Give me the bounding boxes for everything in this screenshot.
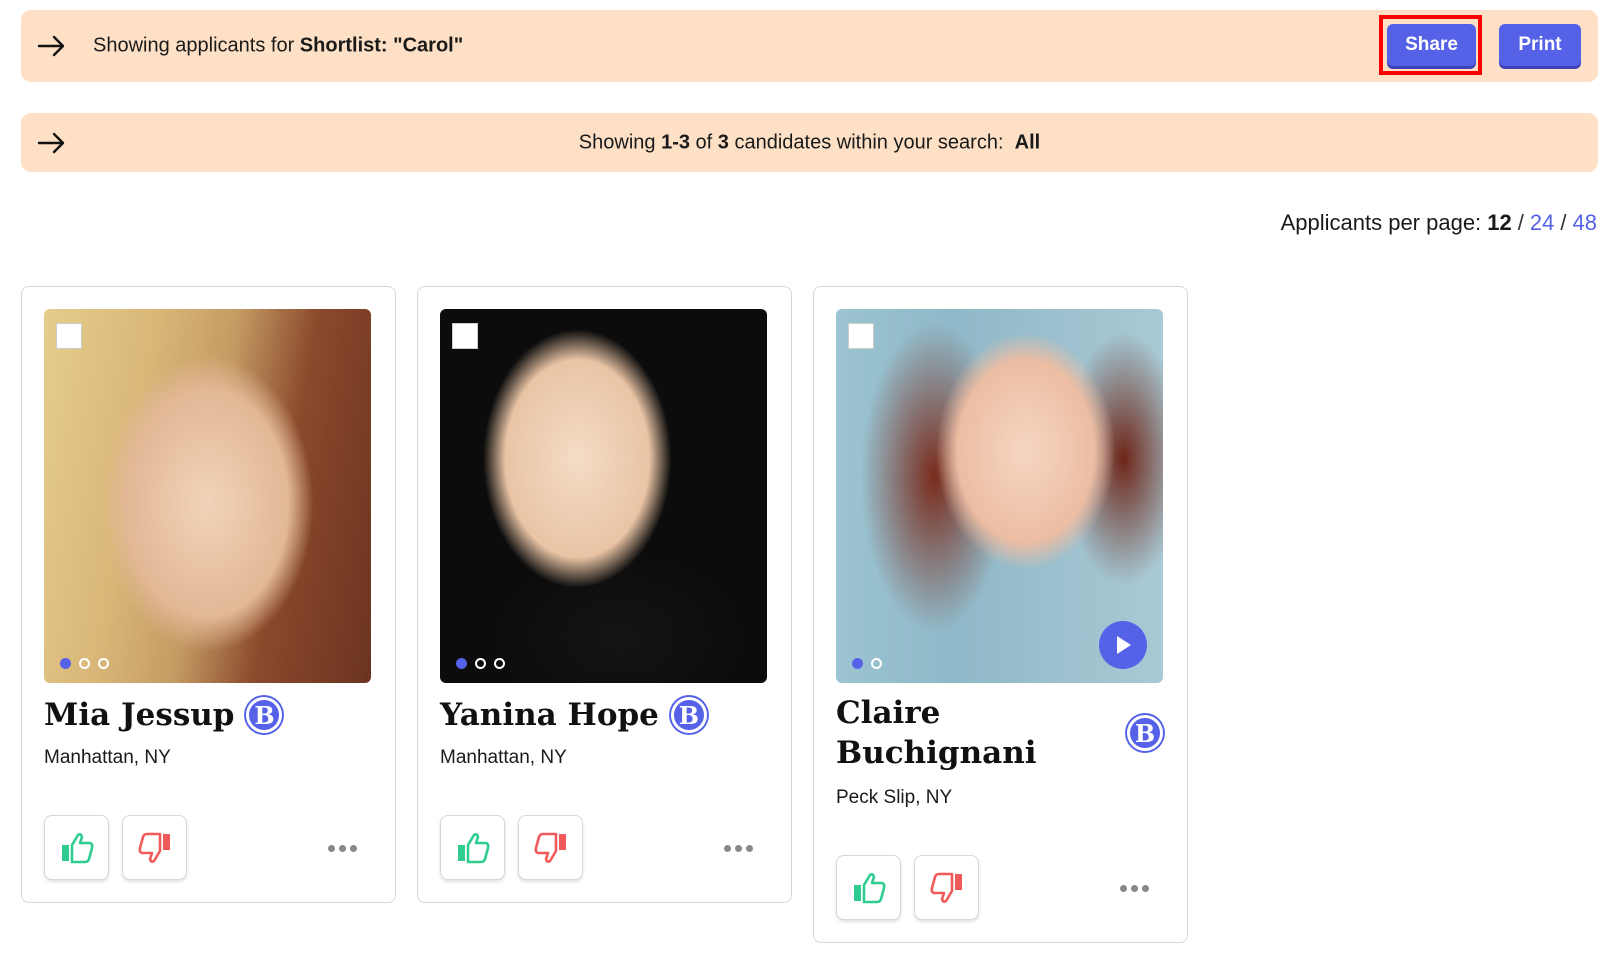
candidate-name[interactable]: Claire Buchignani <box>836 693 1096 773</box>
per-page-selector: Applicants per page: 12/24/48 <box>1281 210 1597 236</box>
photo-pager <box>60 658 109 669</box>
pager-dot[interactable] <box>60 658 71 669</box>
pager-dot[interactable] <box>852 658 863 669</box>
per-page-separator: / <box>1517 210 1524 235</box>
thumbs-up-icon <box>457 832 490 863</box>
photo-pager <box>456 658 505 669</box>
shortlist-name: Shortlist: "Carol" <box>299 34 464 57</box>
arrow-right-icon[interactable] <box>37 34 67 58</box>
per-page-label: Applicants per page: <box>1280 210 1488 235</box>
result-range: 1-3 <box>661 131 690 153</box>
candidate-photo[interactable] <box>440 309 767 683</box>
play-icon <box>1117 636 1131 654</box>
thumbs-down-button[interactable] <box>518 815 583 880</box>
shortlist-text: Showing applicants for Shortlist: "Carol… <box>93 35 463 58</box>
pager-dot[interactable] <box>494 658 505 669</box>
shortlist-banner: Showing applicants for Shortlist: "Carol… <box>21 10 1598 82</box>
thumbs-up-button[interactable] <box>836 855 901 920</box>
pager-dot[interactable] <box>871 658 882 669</box>
candidate-card[interactable]: Mia Jessup B Manhattan, NY <box>21 286 396 903</box>
candidate-name[interactable]: Mia Jessup <box>44 695 234 735</box>
select-checkbox[interactable] <box>452 323 478 349</box>
select-checkbox[interactable] <box>848 323 874 349</box>
select-checkbox[interactable] <box>56 323 82 349</box>
name-row: Claire Buchignani B <box>836 693 1163 773</box>
candidate-location: Peck Slip, NY <box>836 787 953 808</box>
thumbs-down-button[interactable] <box>122 815 187 880</box>
per-page-option-48[interactable]: 48 <box>1573 210 1597 235</box>
summary-text: candidates within your search: <box>728 131 1010 153</box>
candidate-card[interactable]: Yanina Hope B Manhattan, NY <box>417 286 792 903</box>
name-row: Yanina Hope B <box>440 695 767 735</box>
photo-pager <box>852 658 882 669</box>
candidate-location: Manhattan, NY <box>440 747 567 768</box>
search-summary: Showing 1-3 of 3 candidates within your … <box>21 131 1598 154</box>
candidate-photo[interactable] <box>836 309 1163 683</box>
thumbs-up-icon <box>61 832 94 863</box>
shortlist-prefix: Showing applicants for <box>93 34 300 57</box>
more-options-icon[interactable] <box>718 838 758 858</box>
pager-dot[interactable] <box>79 658 90 669</box>
pager-dot[interactable] <box>475 658 486 669</box>
backstage-badge-icon: B <box>1127 715 1163 751</box>
thumbs-down-icon <box>929 872 962 903</box>
per-page-separator: / <box>1560 210 1567 235</box>
more-options-icon[interactable] <box>1114 878 1154 898</box>
candidate-location: Manhattan, NY <box>44 747 171 768</box>
thumbs-up-button[interactable] <box>44 815 109 880</box>
pager-dot[interactable] <box>456 658 467 669</box>
per-page-option-24[interactable]: 24 <box>1530 210 1554 235</box>
summary-text: of <box>689 131 718 153</box>
backstage-badge-icon: B <box>246 697 283 733</box>
backstage-badge-icon: B <box>670 697 707 733</box>
result-total: 3 <box>717 131 729 153</box>
print-button[interactable]: Print <box>1499 24 1581 66</box>
search-banner: Showing 1-3 of 3 candidates within your … <box>21 113 1598 172</box>
thumbs-up-icon <box>853 872 886 903</box>
thumbs-up-button[interactable] <box>440 815 505 880</box>
search-filter: All <box>1014 131 1041 153</box>
summary-text: Showing <box>578 131 662 153</box>
per-page-current: 12 <box>1487 210 1512 235</box>
more-options-icon[interactable] <box>322 838 362 858</box>
candidate-name[interactable]: Yanina Hope <box>440 695 659 735</box>
candidate-card[interactable]: Claire Buchignani B Peck Slip, NY <box>813 286 1188 943</box>
play-video-button[interactable] <box>1099 621 1147 669</box>
thumbs-down-button[interactable] <box>914 855 979 920</box>
share-button[interactable]: Share <box>1387 24 1476 66</box>
thumbs-down-icon <box>137 832 170 863</box>
thumbs-down-icon <box>533 832 566 863</box>
name-row: Mia Jessup B <box>44 695 371 735</box>
pager-dot[interactable] <box>98 658 109 669</box>
candidate-photo[interactable] <box>44 309 371 683</box>
